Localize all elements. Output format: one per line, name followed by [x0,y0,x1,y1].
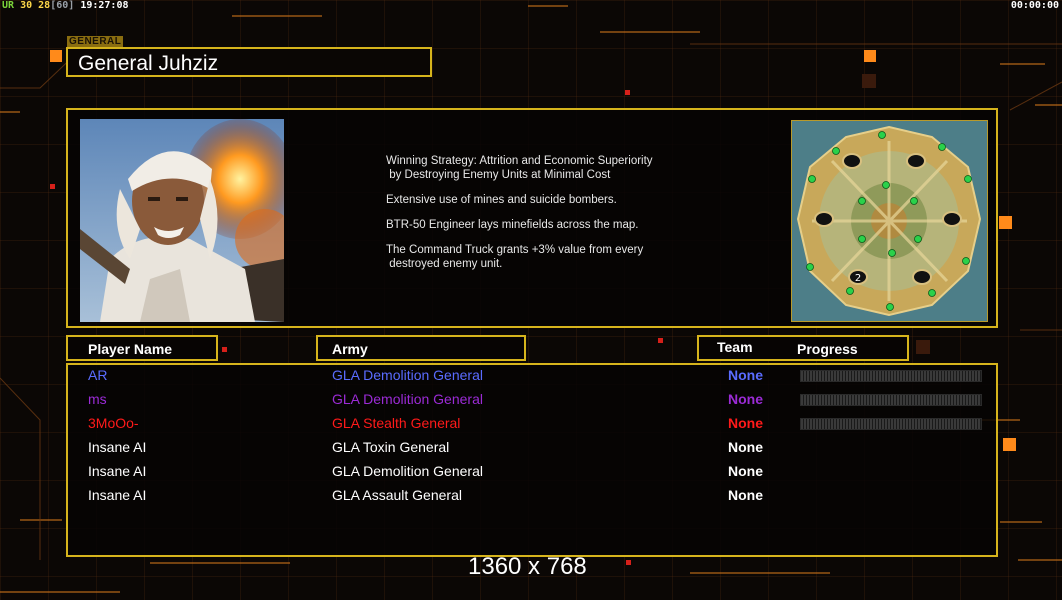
portrait-image [80,119,284,322]
column-header-progress-label: Progress [797,341,858,357]
player-name: Insane AI [88,439,147,455]
hud-stats: UR 30 28[60] 19:27:08 [2,0,129,11]
player-row: Insane AI GLA Demolition General None [68,461,996,483]
resolution-label: 1360 x 768 [468,553,587,580]
player-name: AR [88,367,108,383]
player-team: None [728,439,763,455]
general-info-panel: Winning Strategy: Attrition and Economic… [66,108,998,328]
player-row: 3MoOo- GLA Stealth General None [68,413,996,435]
player-team: None [728,487,763,503]
column-header-army: Army [316,335,526,361]
player-army: GLA Assault General [332,487,462,503]
hud-clock: 19:27:08 [80,0,129,11]
strategy-text: Winning Strategy: Attrition and Economic… [386,154,726,282]
strategy-line: The Command Truck grants +3% value from … [386,244,644,270]
player-row: ms GLA Demolition General None [68,389,996,411]
player-team: None [728,367,763,383]
player-name: Insane AI [88,487,147,503]
hud-fps: [60] [50,0,75,11]
player-list: AR GLA Demolition General None ms GLA De… [66,363,998,557]
map-preview-image: 2 [792,121,987,321]
player-army: GLA Demolition General [332,367,483,383]
column-header-team-label: Team [717,339,753,355]
player-army: GLA Demolition General [332,463,483,479]
general-portrait [80,119,284,322]
player-name: Insane AI [88,463,147,479]
player-row: Insane AI GLA Assault General None [68,485,996,507]
player-name: 3MoOo- [88,415,139,431]
player-team: None [728,415,763,431]
column-header-team-progress: Team Progress [697,335,909,361]
player-progress-bar [800,418,982,430]
player-row: AR GLA Demolition General None [68,365,996,387]
hud-value-a: 30 [20,0,33,11]
player-team: None [728,391,763,407]
column-header-army-label: Army [332,341,368,357]
map-start-marker: 2 [855,273,861,284]
hud-value-b: 28 [38,0,51,11]
player-army: GLA Demolition General [332,391,483,407]
hud-ur-label: UR [2,0,15,11]
strategy-line: Extensive use of mines and suicide bombe… [386,194,617,206]
general-title-box: General Juhziz [66,47,432,77]
player-team: None [728,463,763,479]
column-header-player: Player Name [66,335,218,361]
column-header-player-label: Player Name [88,341,173,357]
general-title: General Juhziz [78,52,219,75]
general-tag: GENERAL [67,36,124,47]
strategy-line: BTR-50 Engineer lays minefields across t… [386,219,639,231]
player-army: GLA Stealth General [332,415,461,431]
player-army: GLA Toxin General [332,439,450,455]
map-preview: 2 [791,120,988,322]
player-progress-bar [800,394,982,406]
strategy-line: Winning Strategy: Attrition and Economic… [386,155,653,181]
hud-timer: 00:00:00 [1010,0,1059,11]
player-name: ms [88,391,107,407]
player-progress-bar [800,370,982,382]
player-row: Insane AI GLA Toxin General None [68,437,996,459]
